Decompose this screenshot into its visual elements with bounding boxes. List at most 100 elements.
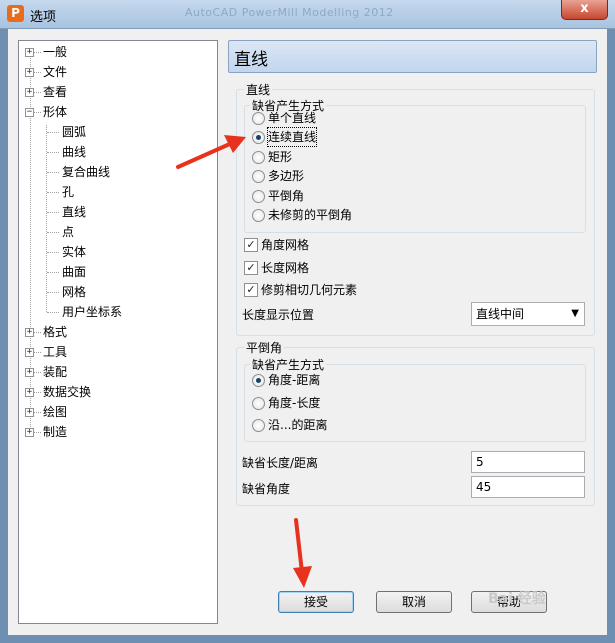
chevron-down-icon[interactable]: ▼: [571, 303, 579, 325]
background-window-caption: AutoCAD PowerMill Modelling 2012: [185, 6, 394, 19]
expand-icon[interactable]: +: [25, 48, 34, 57]
tree-connector: [47, 192, 59, 193]
expand-icon[interactable]: +: [25, 408, 34, 417]
close-button[interactable]: x: [561, 0, 608, 20]
radio-icon[interactable]: [252, 397, 265, 410]
length-display-select[interactable]: 直线中间 ▼: [471, 302, 585, 326]
tree-item-label: 形体: [43, 105, 68, 119]
tree-connector: [47, 272, 59, 273]
tree-connector: [47, 292, 59, 293]
expand-icon[interactable]: +: [25, 428, 34, 437]
tree-item-assembly[interactable]: + 装配: [19, 362, 215, 382]
collapse-icon[interactable]: −: [25, 108, 34, 117]
tree-item-mesh[interactable]: 网格: [19, 282, 215, 302]
tree-connector: [47, 232, 59, 233]
tree-item-surface[interactable]: 曲面: [19, 262, 215, 282]
panel-title: 直线: [234, 50, 268, 70]
radio-icon[interactable]: [252, 112, 265, 125]
tree-item-line[interactable]: 直线: [19, 202, 215, 222]
tree-item-label: 制造: [43, 425, 68, 439]
tree-item-label: 用户坐标系: [62, 305, 123, 319]
radio-label: 矩形: [268, 150, 293, 164]
radio-label: 单个直线: [268, 111, 317, 125]
tree-item-format[interactable]: + 格式: [19, 322, 215, 342]
tree-item-label: 孔: [62, 185, 75, 199]
tree-item-composite-curve[interactable]: 复合曲线: [19, 162, 215, 182]
length-display-value: 直线中间: [476, 307, 525, 321]
checkbox-icon[interactable]: ✓: [244, 238, 258, 252]
tree-item-data-exchange[interactable]: + 数据交换: [19, 382, 215, 402]
default-angle-label: 缺省角度: [242, 482, 291, 496]
radio-label: 平倒角: [268, 189, 305, 203]
tree-item-label: 网格: [62, 285, 87, 299]
panel-header: 直线: [228, 40, 597, 73]
radio-label: 角度-距离: [268, 373, 321, 387]
tree-connector: [47, 212, 59, 213]
line-group-title: 直线: [244, 81, 273, 98]
expand-icon[interactable]: +: [25, 348, 34, 357]
checkbox-icon[interactable]: ✓: [244, 283, 258, 297]
tree-item-general[interactable]: + 一般: [19, 42, 215, 62]
tree-item-file[interactable]: + 文件: [19, 62, 215, 82]
radio-label: 沿...的距离: [268, 418, 328, 432]
expand-icon[interactable]: +: [25, 368, 34, 377]
tree-item-label: 工具: [43, 345, 68, 359]
expand-icon[interactable]: +: [25, 328, 34, 337]
tree-item-label: 圆弧: [62, 125, 87, 139]
options-tree[interactable]: + 一般 + 文件 + 查看 − 形体 圆弧 曲线 复合曲线 孔 直线 点 实体…: [18, 40, 218, 624]
tree-item-hole[interactable]: 孔: [19, 182, 215, 202]
checkbox-label: 长度网格: [261, 261, 310, 275]
expand-icon[interactable]: +: [25, 88, 34, 97]
tree-connector: [47, 152, 59, 153]
tree-item-view[interactable]: + 查看: [19, 82, 215, 102]
dialog-client-area: + 一般 + 文件 + 查看 − 形体 圆弧 曲线 复合曲线 孔 直线 点 实体…: [8, 29, 607, 635]
tree-item-geometry[interactable]: − 形体: [19, 102, 215, 122]
tree-item-point[interactable]: 点: [19, 222, 215, 242]
checkbox-label: 角度网格: [261, 238, 310, 252]
tree-item-label: 绘图: [43, 405, 68, 419]
radio-label: 未修剪的平倒角: [268, 208, 353, 222]
radio-icon[interactable]: [252, 419, 265, 432]
cancel-button[interactable]: 取消: [376, 591, 452, 613]
tree-item-label: 曲面: [62, 265, 87, 279]
radio-label: 角度-长度: [268, 396, 321, 410]
tree-item-drawing[interactable]: + 绘图: [19, 402, 215, 422]
tree-item-label: 直线: [62, 205, 87, 219]
chamfer-group-title: 平倒角: [244, 339, 285, 356]
default-angle-input[interactable]: 45: [471, 476, 585, 498]
tree-connector: [47, 312, 59, 313]
tree-item-label: 格式: [43, 325, 68, 339]
tree-item-curve[interactable]: 曲线: [19, 142, 215, 162]
radio-icon-selected[interactable]: [252, 374, 265, 387]
default-length-input[interactable]: 5: [471, 451, 585, 473]
watermark: Bai 经验: [488, 591, 546, 607]
tree-item-user-coordinate-system[interactable]: 用户坐标系: [19, 302, 215, 322]
radio-label: 多边形: [268, 169, 305, 183]
tree-connector: [47, 172, 59, 173]
tree-item-arc[interactable]: 圆弧: [19, 122, 215, 142]
app-icon: P: [7, 5, 24, 22]
default-length-label: 缺省长度/距离: [242, 456, 319, 470]
expand-icon[interactable]: +: [25, 388, 34, 397]
tree-item-solid[interactable]: 实体: [19, 242, 215, 262]
tree-item-label: 曲线: [62, 145, 87, 159]
radio-label: 连续直线: [266, 127, 318, 147]
default-angle-value: 45: [476, 480, 492, 494]
default-length-value: 5: [476, 455, 484, 469]
tree-item-label: 一般: [43, 45, 68, 59]
accept-button[interactable]: 接受: [278, 591, 354, 613]
radio-icon[interactable]: [252, 209, 265, 222]
radio-icon-selected[interactable]: [252, 131, 265, 144]
expand-icon[interactable]: +: [25, 68, 34, 77]
length-display-label: 长度显示位置: [242, 308, 315, 322]
tree-item-manufacture[interactable]: + 制造: [19, 422, 215, 442]
radio-icon[interactable]: [252, 170, 265, 183]
checkbox-icon[interactable]: ✓: [244, 261, 258, 275]
tree-item-label: 装配: [43, 365, 68, 379]
tree-item-label: 复合曲线: [62, 165, 111, 179]
tree-item-label: 文件: [43, 65, 68, 79]
tree-item-tools[interactable]: + 工具: [19, 342, 215, 362]
radio-icon[interactable]: [252, 151, 265, 164]
checkbox-label: 修剪相切几何元素: [261, 283, 358, 297]
radio-icon[interactable]: [252, 190, 265, 203]
